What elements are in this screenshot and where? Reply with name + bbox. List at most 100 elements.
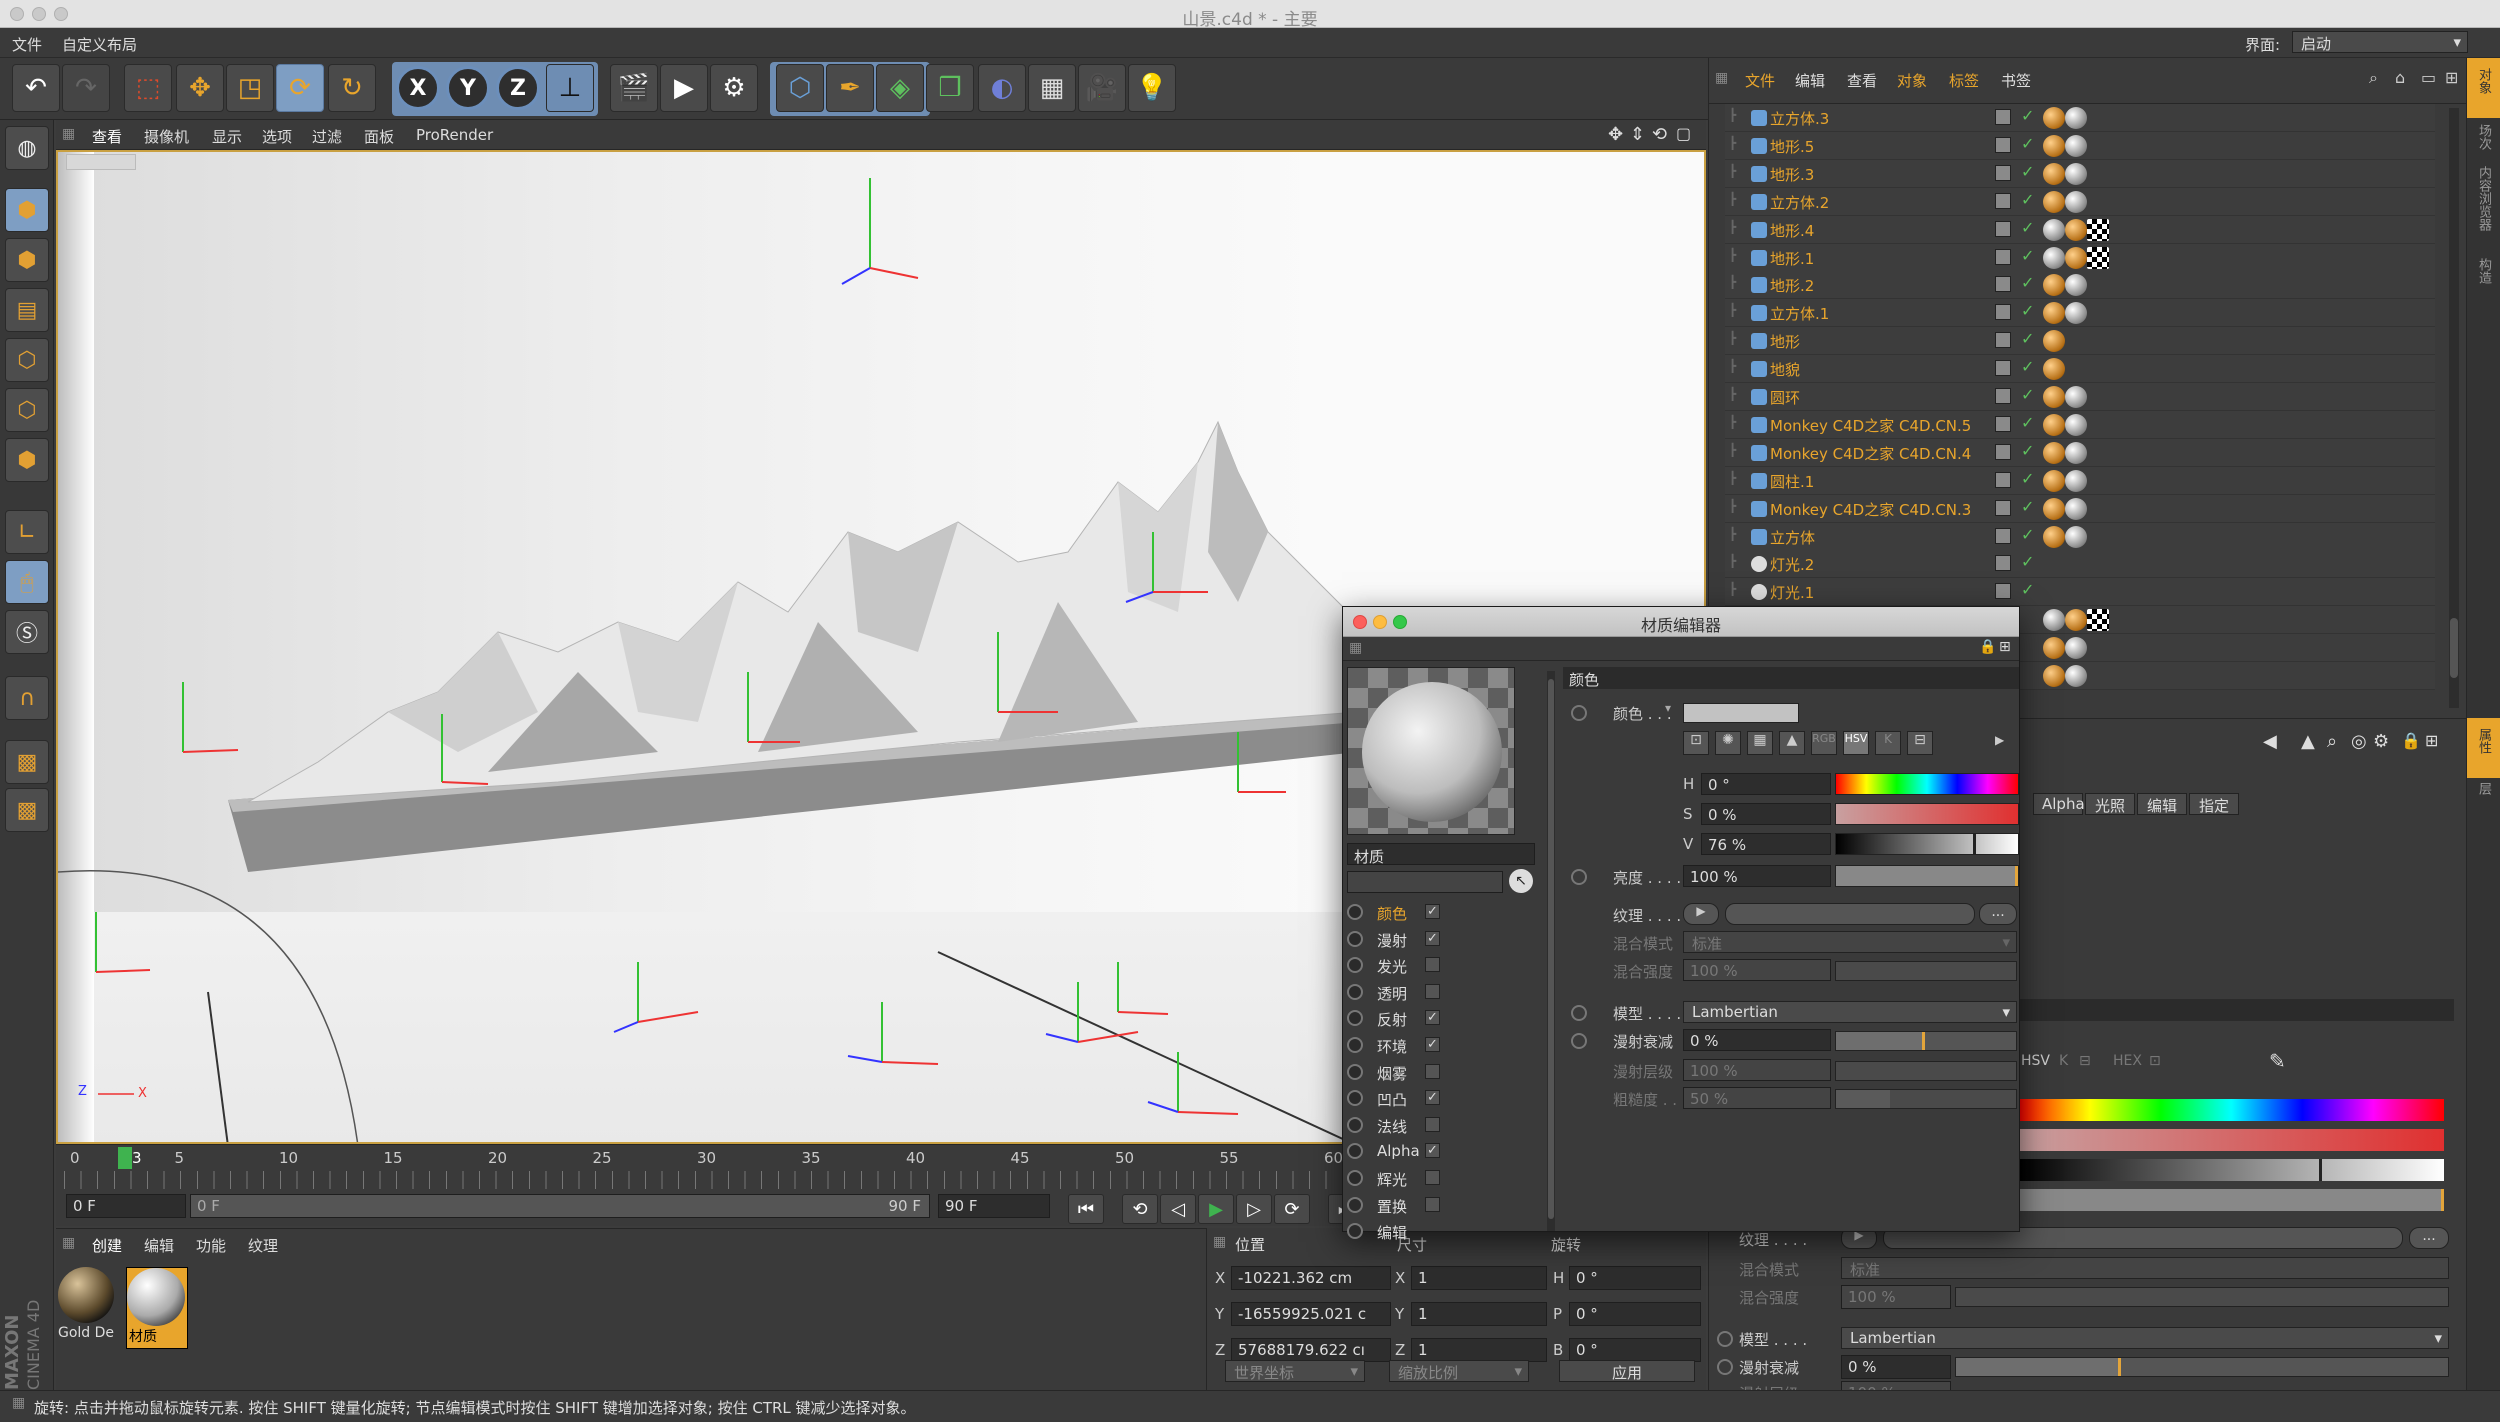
attr-picker-icon[interactable]: ⊡ [2149,1053,2161,1069]
x-axis-lock-button[interactable]: X [396,66,440,110]
coord-size-field[interactable]: 1 [1411,1266,1547,1290]
viewport-rotate-icon[interactable]: ⟲ [1652,124,1667,145]
channel-anim-dot[interactable] [1347,983,1363,1000]
channel-checkbox[interactable]: ✓ [1425,1143,1440,1159]
new-window-icon[interactable]: ⊞ [2445,68,2458,87]
layer-swatch[interactable] [1995,499,2011,516]
attr-brightness-knob[interactable] [2441,1189,2444,1211]
material-swatch-selected[interactable]: 材质 [126,1267,188,1349]
visibility-check-icon[interactable]: ✓ [2021,218,2034,237]
objmgr-scrollbar[interactable] [2449,108,2459,708]
collapse-icon[interactable]: ▭ [2421,68,2436,87]
value-slider-knob[interactable] [1972,834,1976,854]
chevron-down-icon[interactable]: ▾ [1665,701,1671,715]
attr-hue-slider[interactable] [2019,1099,2444,1121]
coord-position-field[interactable]: -10221.362 cm [1231,1266,1391,1290]
objmgr-scroll-thumb[interactable] [2450,618,2458,678]
material-tag-icon[interactable] [2065,274,2087,297]
redo-button[interactable]: ↷ [62,64,110,112]
drag-handle-icon[interactable]: ▦ [1715,70,1728,86]
attr-model-anim-dot[interactable] [1717,1331,1733,1347]
hsv-mode-button[interactable]: HSV [1843,731,1869,755]
visibility-check-icon[interactable]: ✓ [2021,469,2034,488]
channel-anim-dot[interactable] [1347,1143,1363,1160]
visibility-check-icon[interactable]: ✓ [2021,525,2034,544]
channel-checkbox[interactable]: ✓ [1425,1037,1440,1052]
material-tag-icon[interactable] [2065,413,2087,436]
h-field[interactable]: 0 ° [1701,773,1831,795]
visibility-check-icon[interactable]: ✓ [2021,329,2034,348]
attr-blend-strength-field[interactable]: 100 % [1841,1285,1951,1309]
channel-item[interactable]: 发光 [1343,952,1543,978]
channel-item[interactable]: 法线 [1343,1112,1543,1138]
viewport-maximize-icon[interactable]: ▢ [1676,124,1691,143]
planar-workplane-button[interactable]: ▩ [5,788,49,832]
model-select[interactable]: Lambertian ▾ [1683,1001,2017,1023]
channel-checkbox[interactable] [1425,1063,1440,1079]
channel-anim-dot[interactable] [1347,1090,1363,1107]
object-row[interactable]: ┣ 立方体 ✓ [1725,522,2435,551]
attr-tab-assign[interactable]: 指定 [2189,793,2239,815]
search-icon[interactable]: ⌕ [2327,731,2337,752]
channel-checkbox[interactable] [1425,957,1440,973]
polygons-mode-button[interactable]: ⬢ [5,438,49,482]
size-mode-select[interactable]: 缩放比例 ▾ [1389,1360,1529,1382]
objmgr-menu-bookmarks[interactable]: 书签 [2001,70,2031,91]
recent-tool-button[interactable]: ↻ [328,64,376,112]
viewport-menu-filter[interactable]: 过滤 [312,126,342,147]
channel-anim-dot[interactable] [1347,1063,1363,1080]
snap-button[interactable]: Ⓢ [5,610,49,654]
object-row[interactable]: ┣ 立方体.2 ✓ [1725,187,2435,216]
menu-file[interactable]: 文件 [12,34,42,55]
matmgr-menu-create[interactable]: 创建 [92,1235,122,1256]
visibility-check-icon[interactable]: ✓ [2021,162,2034,181]
attr-k-mode-icon[interactable]: K [2059,1053,2068,1069]
channel-checkbox[interactable] [1425,1196,1440,1212]
material-tag-icon[interactable] [2065,302,2087,325]
matmgr-menu-function[interactable]: 功能 [196,1235,226,1256]
visibility-check-icon[interactable]: ✓ [2021,441,2034,460]
drag-handle-icon[interactable]: ▦ [1213,1234,1226,1250]
channel-checkbox[interactable]: ✓ [1425,1090,1440,1106]
model-anim-dot[interactable] [1571,1005,1587,1021]
layer-swatch[interactable] [1995,248,2011,265]
coord-rotation-field[interactable]: 0 ° [1569,1338,1701,1362]
attr-saturation-slider[interactable] [2019,1129,2444,1151]
matmgr-menu-texture[interactable]: 纹理 [248,1235,278,1256]
texture-mode-button[interactable]: ⬢ [5,238,49,282]
layer-swatch[interactable] [1995,304,2011,321]
color-image-icon[interactable]: ▲ [1779,731,1805,755]
brightness-field[interactable]: 100 % [1683,865,1831,887]
timeline-playhead[interactable] [118,1147,132,1169]
coord-position-field[interactable]: -16559925.021 c [1231,1302,1391,1326]
object-row[interactable]: ┣ 地形.4 ✓ [1725,215,2435,244]
channel-checkbox[interactable]: ✓ [1425,930,1440,946]
goto-start-button[interactable]: ⏮ [1068,1194,1104,1224]
camera-button[interactable]: 🎥 [1078,64,1126,112]
channel-checkbox[interactable] [1425,983,1440,999]
drag-handle-icon[interactable]: ▦ [62,1235,75,1251]
material-tag-icon[interactable] [2065,637,2087,660]
eyedropper-icon[interactable]: ✎ [2269,1049,2286,1073]
material-tag-icon[interactable] [2065,386,2087,408]
side-tab-layers[interactable]: 层 [2474,782,2493,795]
layer-swatch[interactable] [1995,415,2011,432]
visibility-check-icon[interactable]: ✓ [2021,357,2034,376]
viewport-menu-panel[interactable]: 面板 [364,126,394,147]
side-tab-objects[interactable]: 对象 [2474,68,2493,94]
attr-texture-more-button[interactable]: ... [2409,1227,2449,1249]
phong-tag-icon[interactable] [2043,413,2065,436]
channel-anim-dot[interactable] [1347,904,1363,920]
move-tool-button[interactable]: ✥ [176,64,224,112]
side-tab-takes[interactable]: 场次 [2474,124,2493,150]
blend-strength-slider[interactable] [1835,961,2017,981]
back-arrow-icon[interactable]: ◀ [2263,731,2277,752]
side-tab-content-browser[interactable]: 内容浏览器 [2474,166,2493,231]
make-editable-button[interactable]: ◍ [5,126,49,170]
visibility-check-icon[interactable]: ✓ [2021,580,2034,599]
prev-key-button[interactable]: ⟲ [1122,1194,1158,1224]
prev-frame-button[interactable]: ◁ [1160,1194,1196,1224]
channel-anim-dot[interactable] [1347,1196,1363,1213]
drag-handle-icon[interactable]: ▦ [12,1395,25,1411]
roughness-slider[interactable] [1835,1089,2017,1109]
